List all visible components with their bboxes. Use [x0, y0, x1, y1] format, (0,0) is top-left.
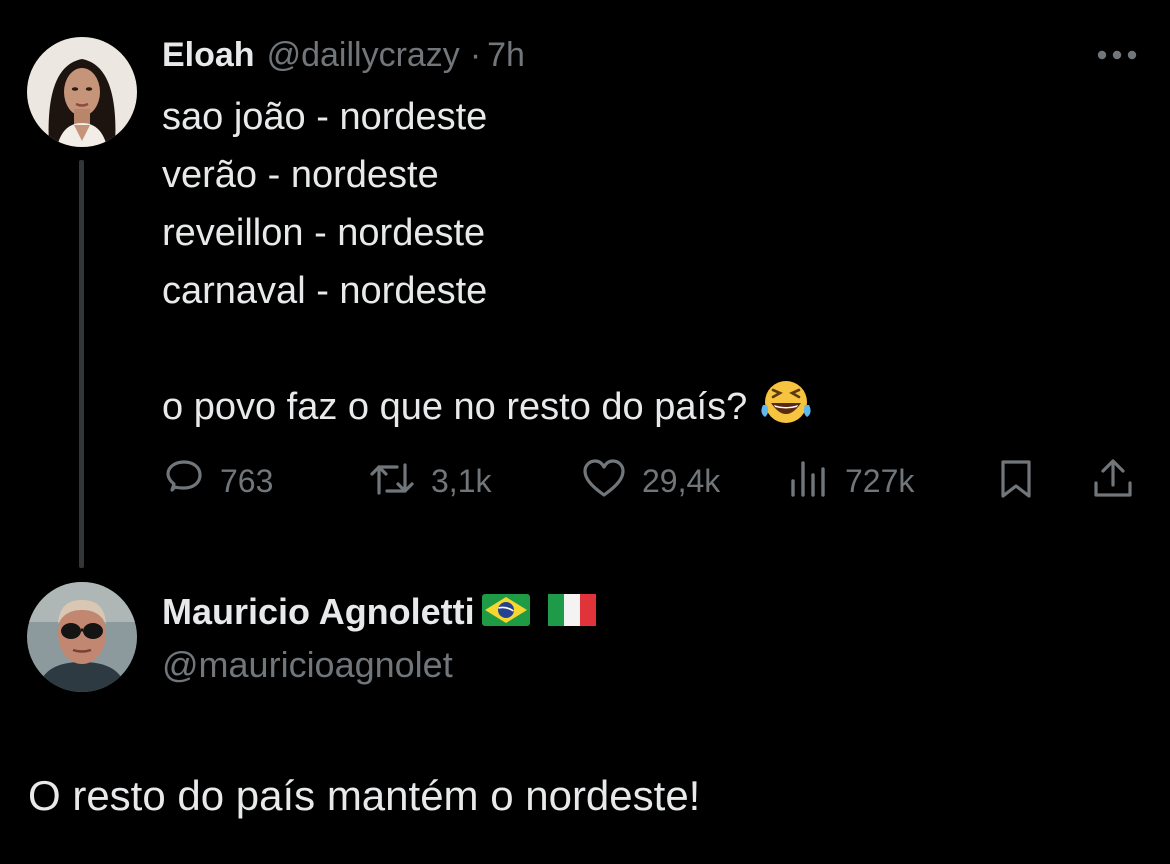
laughing-crying-emoji-icon — [759, 379, 813, 442]
reply-button[interactable]: 763 — [162, 455, 273, 507]
reply-bubble-icon — [162, 457, 206, 506]
tweet-line: sao joão - nordeste — [162, 96, 488, 138]
italy-flag-icon — [547, 593, 597, 632]
author-handle[interactable]: @daillycrazy — [267, 36, 460, 75]
reply-author-name[interactable]: Mauricio Agnoletti — [162, 591, 475, 633]
avatar-mauricio[interactable] — [27, 582, 137, 692]
tweet-body: sao joão - nordeste verão - nordeste rev… — [162, 88, 813, 436]
views-button[interactable]: 727k — [787, 455, 914, 507]
reply-name-row: Mauricio Agnoletti — [162, 588, 597, 636]
share-icon — [1090, 457, 1136, 506]
retweet-count: 3,1k — [431, 462, 492, 499]
tweet-time[interactable]: 7h — [487, 36, 525, 75]
reply-header: Mauricio Agnoletti @mauricioagnolet — [162, 588, 597, 686]
reply-author-handle[interactable]: @mauricioagnolet — [162, 644, 597, 686]
tweet-header: Eloah @daillycrazy · 7h — [162, 32, 525, 78]
tweet-line: carnaval - nordeste — [162, 270, 488, 312]
tweet-question: o povo faz o que no resto do país? — [162, 386, 748, 428]
tweet-line: verão - nordeste — [162, 154, 439, 196]
author-display-name[interactable]: Eloah — [162, 36, 255, 75]
tweet-line: reveillon - nordeste — [162, 212, 486, 254]
bookmark-icon — [994, 457, 1038, 506]
reply-body: O resto do país mantém o nordeste! — [28, 772, 701, 819]
thread-connector-line — [79, 160, 84, 568]
tweet-action-bar: 763 3,1k 29,4k 727k — [162, 455, 1142, 507]
brazil-flag-icon — [481, 593, 531, 632]
views-count: 727k — [845, 462, 915, 499]
tweet-line-with-emoji: o povo faz o que no resto do país? — [162, 378, 813, 436]
views-bar-chart-icon — [787, 457, 831, 506]
heart-icon — [580, 457, 628, 506]
reply-count: 763 — [220, 462, 274, 499]
avatar-eloah[interactable] — [27, 37, 137, 147]
meta-separator: · — [469, 35, 482, 74]
retweet-button[interactable]: 3,1k — [367, 455, 491, 507]
like-button[interactable]: 29,4k — [580, 455, 720, 507]
more-dots-icon[interactable] — [1090, 40, 1144, 70]
bookmark-button[interactable] — [994, 455, 1038, 507]
like-count: 29,4k — [642, 462, 721, 499]
retweet-icon — [367, 457, 417, 506]
share-button[interactable] — [1090, 455, 1136, 507]
